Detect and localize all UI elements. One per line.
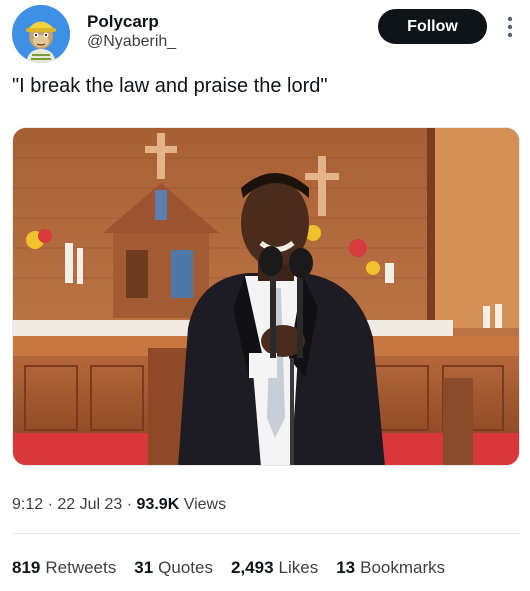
more-options-button[interactable] (500, 9, 520, 45)
bored-ape-avatar-icon (12, 5, 70, 63)
meta-separator: · (126, 496, 137, 513)
tweet-image[interactable] (12, 127, 520, 466)
quotes-stat[interactable]: 31 Quotes (134, 558, 213, 578)
likes-label: Likes (278, 558, 319, 577)
meta-separator: · (47, 496, 58, 513)
retweets-count: 819 (12, 558, 41, 577)
quotes-label: Quotes (158, 558, 213, 577)
divider (12, 533, 520, 534)
engagement-stats: 819 Retweets 31 Quotes 2,493 Likes 13 Bookma… (12, 558, 445, 578)
retweets-label: Retweets (45, 558, 117, 577)
retweets-stat[interactable]: 819 Retweets (12, 558, 116, 578)
vertical-ellipsis-icon (507, 16, 513, 38)
likes-count: 2,493 (230, 558, 274, 577)
tweet-time[interactable]: 9:12 (12, 496, 43, 513)
views-count: 93.9K (136, 496, 180, 513)
bookmarks-label: Bookmarks (360, 558, 446, 577)
bookmarks-stat[interactable]: 13 Bookmarks (336, 558, 445, 578)
avatar[interactable] (12, 5, 70, 63)
author-display-name[interactable]: Polycarp (87, 12, 159, 32)
author-handle[interactable]: @Nyaberih_ (87, 33, 176, 51)
likes-stat[interactable]: 2,493 Likes (231, 558, 318, 578)
follow-button[interactable]: Follow (378, 9, 487, 44)
tweet-date[interactable]: 22 Jul 23 (57, 496, 122, 513)
tweet-text: "I break the law and praise the lord" (12, 75, 328, 97)
photo-man-speaking-at-church-altar (13, 128, 519, 465)
bookmarks-count: 13 (336, 558, 356, 577)
tweet-meta: 9:12 · 22 Jul 23 · 93.9K Views (12, 496, 226, 514)
views-label: Views (183, 496, 227, 513)
quotes-count: 31 (134, 558, 154, 577)
